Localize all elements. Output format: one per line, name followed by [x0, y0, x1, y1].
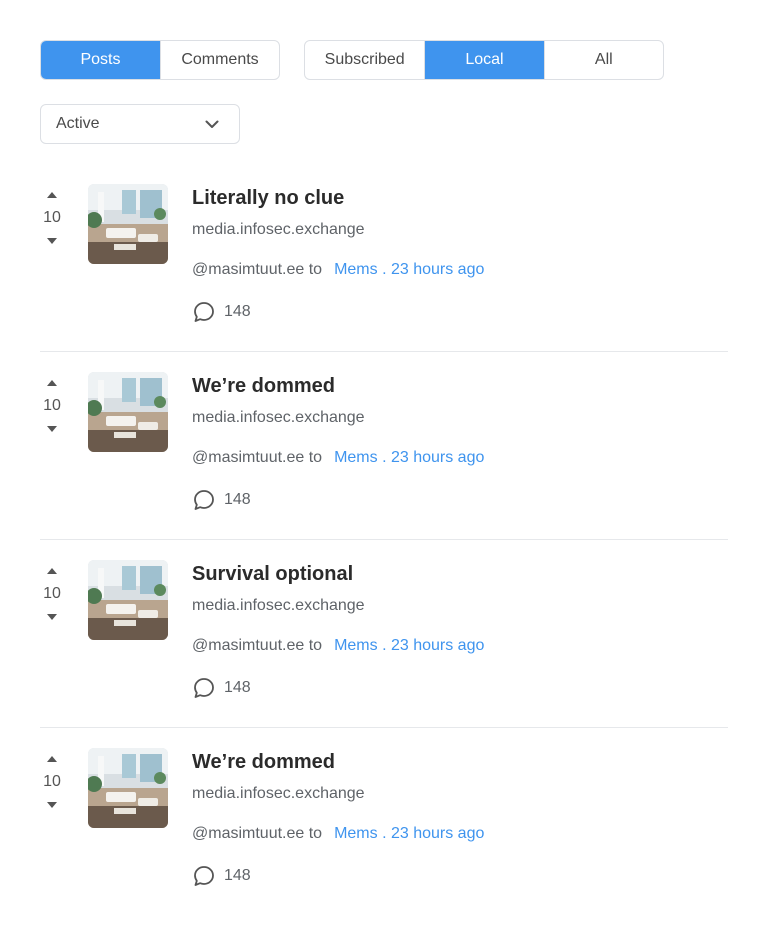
post-domain[interactable]: media.infosec.exchange [192, 784, 728, 804]
post-title[interactable]: We’re dommed [192, 372, 728, 400]
comment-count: 148 [224, 491, 251, 508]
post-thumbnail[interactable] [88, 748, 168, 828]
post-type-toggle: Posts Comments [40, 40, 280, 80]
post-list: 10 Literally no clue media.infosec.excha… [40, 164, 728, 916]
post-meta: @masimtuut.ee to Mems . 23 hours ago [192, 260, 728, 280]
comments-link[interactable]: 148 [192, 676, 728, 700]
tab-posts[interactable]: Posts [41, 41, 160, 79]
comment-icon [192, 676, 216, 700]
post-thumbnail[interactable] [88, 184, 168, 264]
downvote-icon[interactable] [40, 610, 64, 624]
downvote-icon[interactable] [40, 422, 64, 436]
post-author[interactable]: @masimtuut.ee to [192, 449, 322, 466]
post-domain[interactable]: media.infosec.exchange [192, 220, 728, 240]
post-title[interactable]: Survival optional [192, 560, 728, 588]
post-meta: @masimtuut.ee to Mems . 23 hours ago [192, 448, 728, 468]
comments-link[interactable]: 148 [192, 488, 728, 512]
post-item: 10 Literally no clue media.infosec.excha… [40, 164, 728, 352]
upvote-icon[interactable] [40, 752, 64, 766]
tab-subscribed[interactable]: Subscribed [305, 41, 424, 79]
vote-controls: 10 [40, 752, 64, 812]
comment-count: 148 [224, 679, 251, 696]
post-item: 10 Survival optional media.infosec.excha… [40, 540, 728, 728]
post-item: 10 We’re dommed media.infosec.exchange @… [40, 728, 728, 916]
post-body: We’re dommed media.infosec.exchange @mas… [192, 748, 728, 888]
post-community[interactable]: Mems . 23 hours ago [334, 449, 484, 466]
post-domain[interactable]: media.infosec.exchange [192, 408, 728, 428]
post-author[interactable]: @masimtuut.ee to [192, 825, 322, 842]
post-thumbnail[interactable] [88, 372, 168, 452]
upvote-icon[interactable] [40, 188, 64, 202]
post-community[interactable]: Mems . 23 hours ago [334, 637, 484, 654]
post-item: 10 We’re dommed media.infosec.exchange @… [40, 352, 728, 540]
post-meta: @masimtuut.ee to Mems . 23 hours ago [192, 824, 728, 844]
post-author[interactable]: @masimtuut.ee to [192, 637, 322, 654]
post-body: We’re dommed media.infosec.exchange @mas… [192, 372, 728, 512]
tab-all[interactable]: All [543, 41, 663, 79]
sort-select[interactable]: Active [40, 104, 240, 144]
post-meta: @masimtuut.ee to Mems . 23 hours ago [192, 636, 728, 656]
upvote-icon[interactable] [40, 564, 64, 578]
comments-link[interactable]: 148 [192, 864, 728, 888]
post-community[interactable]: Mems . 23 hours ago [334, 825, 484, 842]
post-author[interactable]: @masimtuut.ee to [192, 261, 322, 278]
tab-local[interactable]: Local [424, 41, 544, 79]
listing-type-toggle: Subscribed Local All [304, 40, 664, 80]
comment-icon [192, 300, 216, 324]
chevron-down-icon [204, 116, 220, 132]
sort-selected-value: Active [56, 115, 100, 132]
score: 10 [43, 773, 61, 790]
score: 10 [43, 209, 61, 226]
downvote-icon[interactable] [40, 798, 64, 812]
score: 10 [43, 397, 61, 414]
post-title[interactable]: Literally no clue [192, 184, 728, 212]
vote-controls: 10 [40, 188, 64, 248]
comment-count: 148 [224, 867, 251, 884]
comment-icon [192, 488, 216, 512]
upvote-icon[interactable] [40, 376, 64, 390]
post-title[interactable]: We’re dommed [192, 748, 728, 776]
post-body: Literally no clue media.infosec.exchange… [192, 184, 728, 324]
post-domain[interactable]: media.infosec.exchange [192, 596, 728, 616]
score: 10 [43, 585, 61, 602]
tab-comments[interactable]: Comments [160, 41, 279, 79]
post-community[interactable]: Mems . 23 hours ago [334, 261, 484, 278]
comments-link[interactable]: 148 [192, 300, 728, 324]
comment-count: 148 [224, 303, 251, 320]
vote-controls: 10 [40, 564, 64, 624]
downvote-icon[interactable] [40, 234, 64, 248]
vote-controls: 10 [40, 376, 64, 436]
post-body: Survival optional media.infosec.exchange… [192, 560, 728, 700]
post-thumbnail[interactable] [88, 560, 168, 640]
comment-icon [192, 864, 216, 888]
